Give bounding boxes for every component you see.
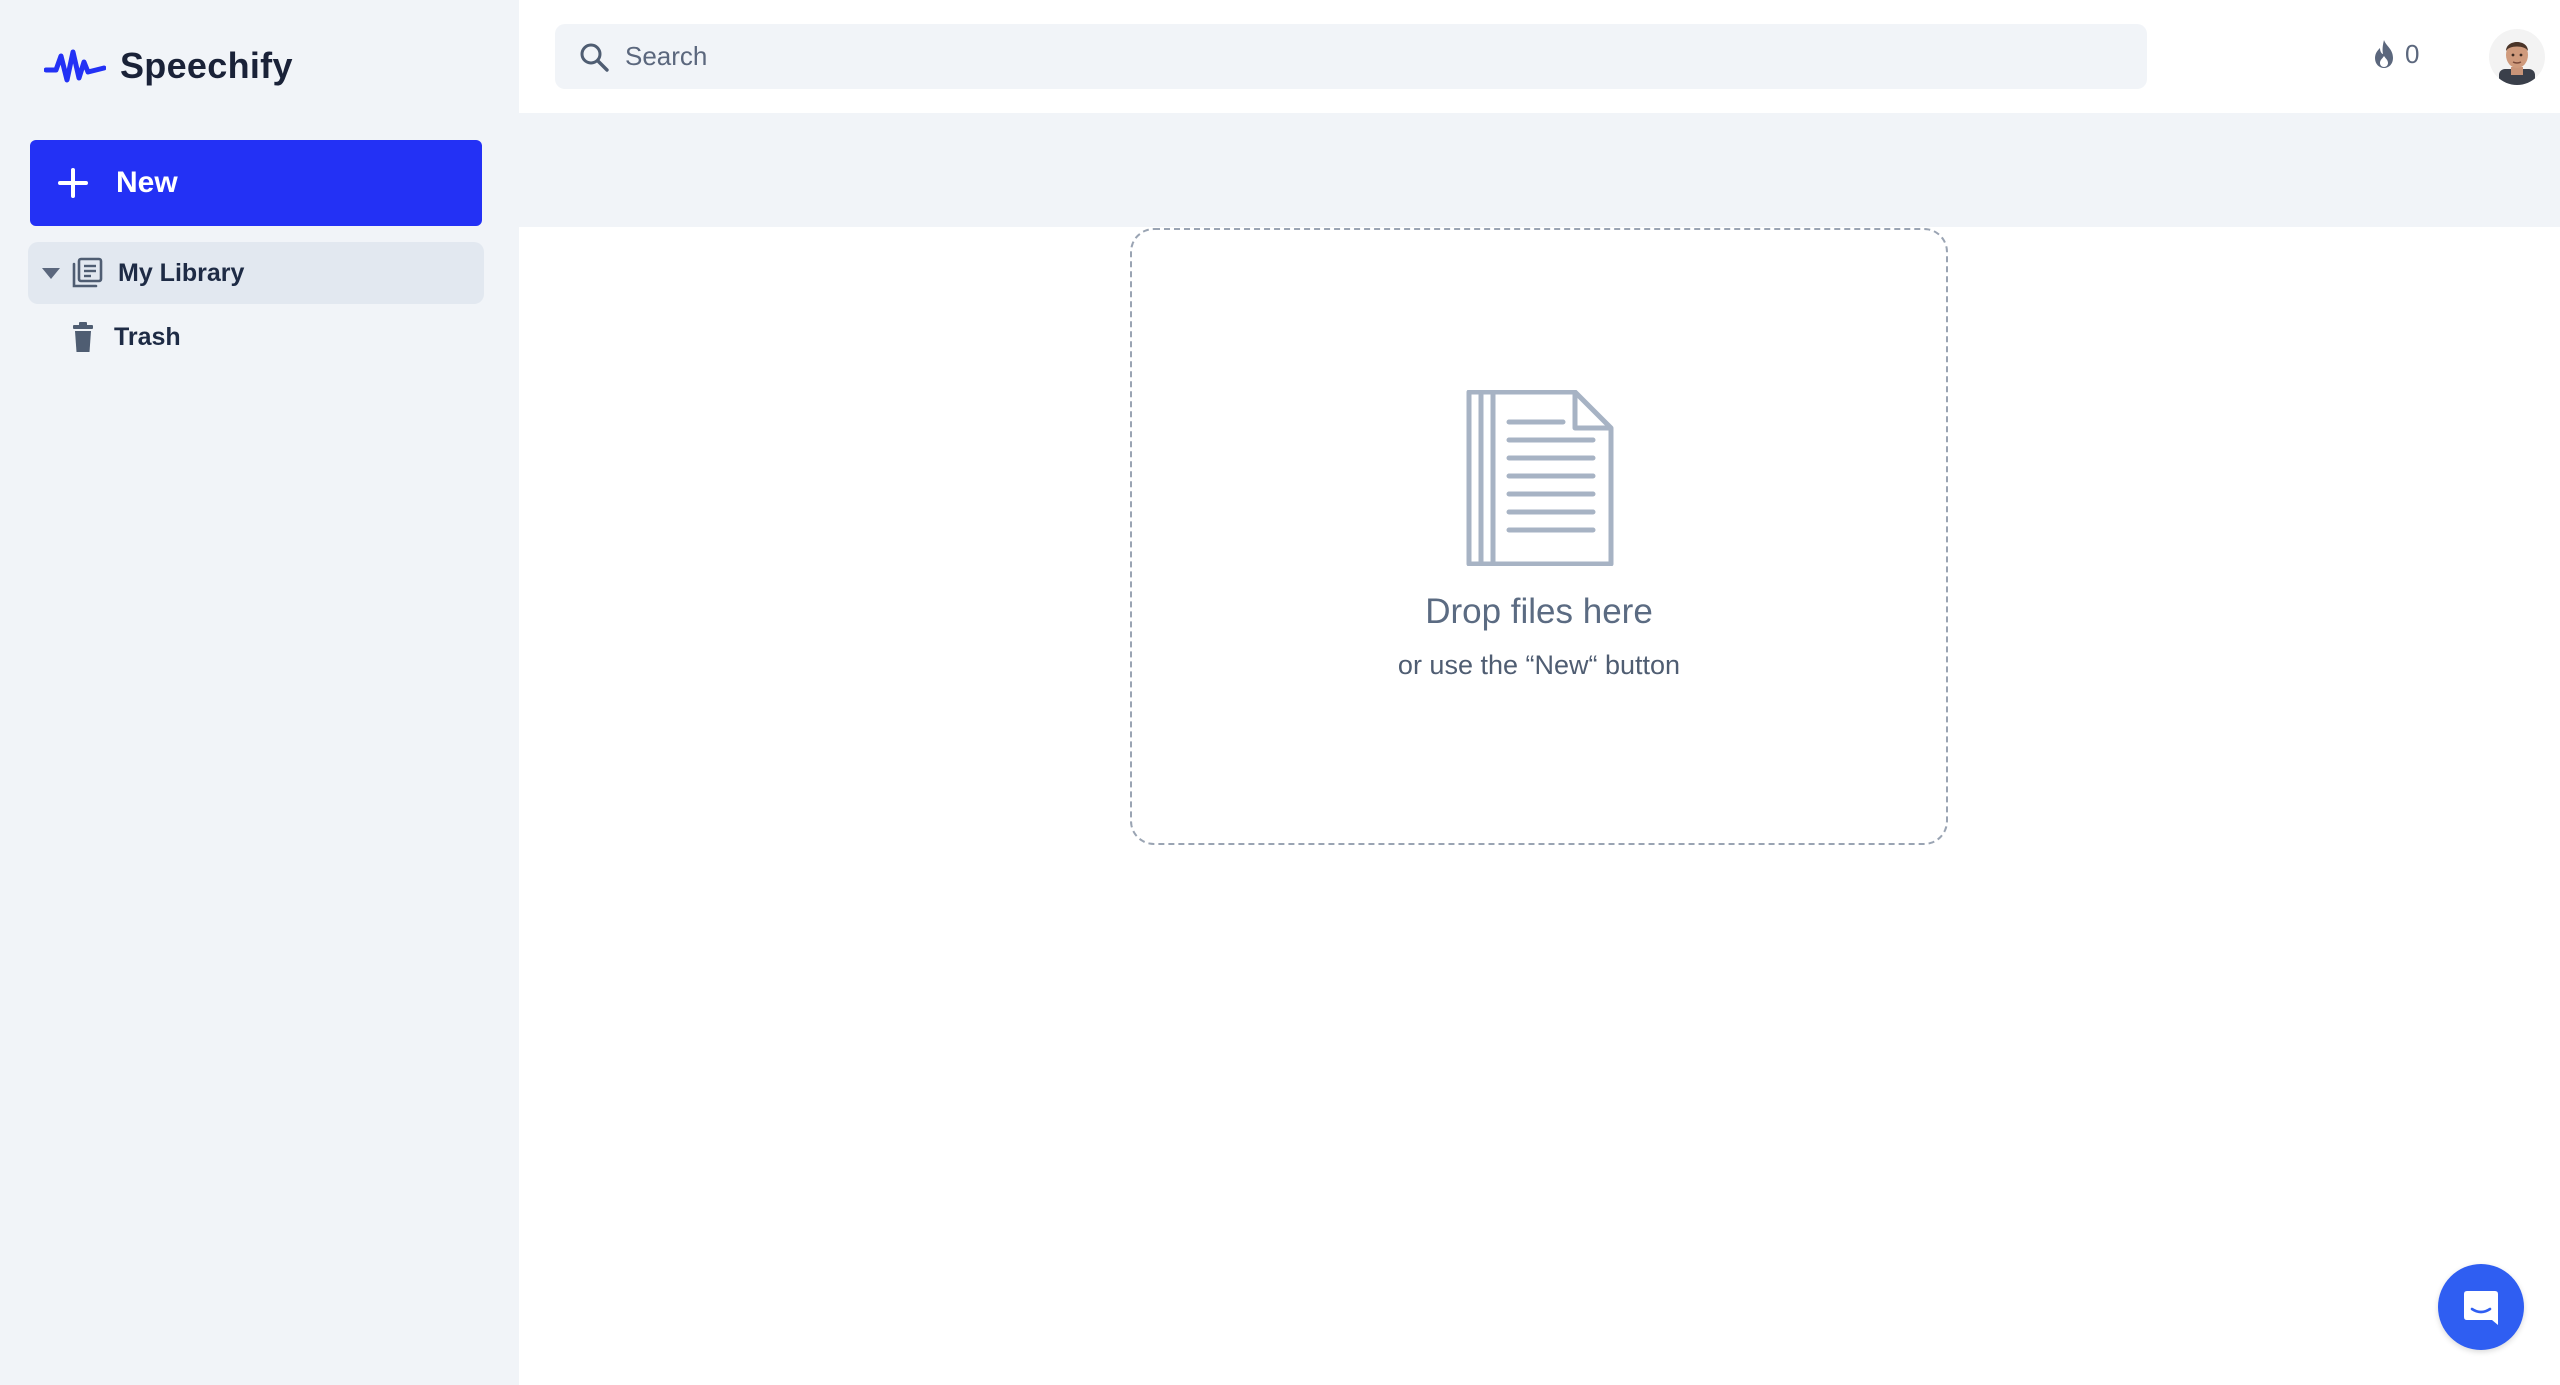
- sidebar-item-my-library[interactable]: My Library: [28, 242, 484, 304]
- file-dropzone[interactable]: Drop files here or use the “New“ button: [1130, 228, 1948, 845]
- app-logo[interactable]: Speechify: [44, 44, 293, 88]
- top-bar: 0: [519, 0, 2560, 113]
- fire-icon: [2375, 40, 2393, 68]
- streak-count: 0: [2405, 38, 2420, 69]
- dropzone-title: Drop files here: [1425, 592, 1653, 631]
- search-input[interactable]: [625, 41, 2075, 72]
- trash-icon: [73, 322, 93, 352]
- search-bar[interactable]: [555, 24, 2147, 89]
- search-icon: [580, 43, 609, 72]
- chevron-down-icon[interactable]: [42, 267, 60, 279]
- sidebar-item-trash[interactable]: Trash: [28, 306, 484, 368]
- speechify-logo-icon: [44, 49, 106, 83]
- streak-counter[interactable]: 0: [2371, 38, 2419, 70]
- chat-button[interactable]: [2438, 1264, 2524, 1350]
- new-button-label: New: [116, 166, 178, 199]
- document-icon: [1466, 390, 1614, 566]
- sidebar: Speechify New My Library Trash: [0, 0, 519, 1385]
- dropzone-subtitle: or use the “New“ button: [1397, 650, 1681, 680]
- app-name: Speechify: [120, 45, 293, 86]
- new-button[interactable]: New: [30, 140, 482, 226]
- sidebar-item-label: Trash: [114, 322, 181, 351]
- content-header-strip: [519, 113, 2560, 227]
- avatar[interactable]: [2489, 29, 2545, 85]
- plus-icon: [58, 168, 88, 198]
- sidebar-item-label: My Library: [118, 258, 245, 287]
- user-avatar-icon: [2489, 29, 2545, 85]
- chat-bubble-icon: [2464, 1291, 2498, 1325]
- library-icon: [72, 257, 103, 288]
